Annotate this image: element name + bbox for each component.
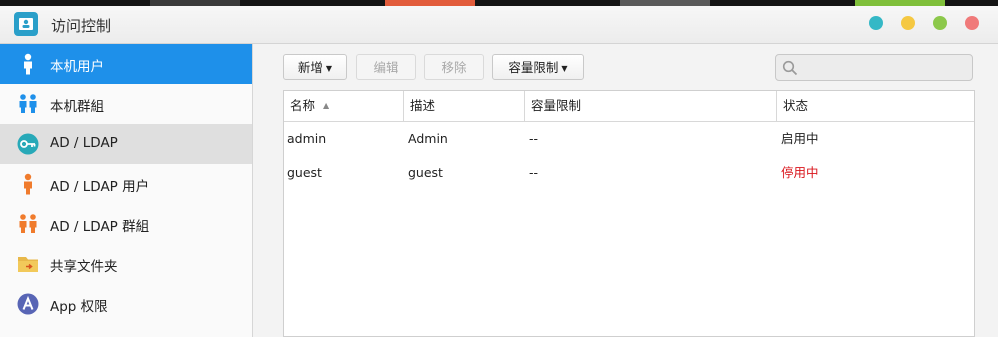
search-icon [782,60,798,76]
ldap-group-icon [16,212,40,236]
cell-description: guest [408,165,443,180]
window-title: 访问控制 [51,17,112,35]
sidebar-item-label: AD / LDAP 用户 [50,179,150,195]
remove-button[interactable]: 移除 [424,54,484,80]
edit-button[interactable]: 编辑 [356,54,416,80]
app-icon [16,292,40,316]
column-header-name[interactable]: 名称 ▲ [284,91,404,121]
search-input[interactable] [804,58,968,79]
help-button[interactable] [869,16,883,30]
column-header-description[interactable]: 描述 [404,91,525,121]
edit-button-label: 编辑 [373,60,399,75]
sidebar-item-label: 本机群組 [50,99,104,115]
cell-quota: -- [529,165,539,180]
status-badge: 停用中 [781,165,819,180]
table-row[interactable]: admin Admin -- 启用中 [284,122,974,156]
sidebar-item-label: 共享文件夹 [50,259,118,275]
sidebar-item-local-users[interactable]: 本机用户 [0,44,252,84]
column-header-status[interactable]: 状态 [777,91,974,121]
caret-down-icon: ▼ [561,64,568,73]
cell-name: guest [287,165,322,180]
quota-button-label: 容量限制 [508,60,559,75]
column-header-label: 名称 [290,98,316,113]
ldap-user-icon [16,172,40,196]
main-panel: 新增 ▼ 编辑 移除 容量限制 ▼ 名称 ▲ 描述 容量限制 状态 admin … [253,44,998,337]
users-table: 名称 ▲ 描述 容量限制 状态 admin Admin -- 启用中 guest … [283,90,975,337]
sort-ascending-icon: ▲ [323,101,330,110]
search-box[interactable] [775,54,973,81]
column-header-label: 状态 [783,98,809,113]
sidebar-item-app-permissions[interactable]: App 权限 [0,284,252,324]
user-icon [16,52,40,76]
sidebar-item-ad-ldap-users[interactable]: AD / LDAP 用户 [0,164,252,204]
group-icon [16,92,40,116]
sidebar-item-local-groups[interactable]: 本机群組 [0,84,252,124]
table-row[interactable]: guest guest -- 停用中 [284,156,974,190]
remove-button-label: 移除 [441,60,467,75]
sidebar-item-label: App 权限 [50,299,108,315]
close-button[interactable] [965,16,979,30]
cell-description: Admin [408,131,448,146]
minimize-button[interactable] [901,16,915,30]
maximize-button[interactable] [933,16,947,30]
sidebar-item-label: AD / LDAP [50,135,118,151]
quota-button[interactable]: 容量限制 ▼ [492,54,584,80]
sidebar-item-label: AD / LDAP 群組 [50,219,150,235]
status-badge: 启用中 [781,131,819,146]
column-header-label: 描述 [410,98,436,113]
column-header-quota[interactable]: 容量限制 [525,91,777,121]
sidebar-item-ad-ldap-groups[interactable]: AD / LDAP 群組 [0,204,252,244]
cell-quota: -- [529,131,539,146]
caret-down-icon: ▼ [325,64,333,73]
add-button[interactable]: 新增 ▼ [283,54,347,80]
cell-name: admin [287,131,327,146]
column-header-label: 容量限制 [531,98,582,113]
key-icon [16,132,40,156]
folder-icon [16,252,40,276]
sidebar-item-ad-ldap[interactable]: AD / LDAP [0,124,252,164]
sidebar: 本机用户 本机群組 AD / LDAP AD / LDAP 用户 AD / LD… [0,44,253,337]
access-control-app-icon [14,12,38,36]
window-titlebar: 访问控制 [0,6,998,44]
sidebar-item-label: 本机用户 [50,59,104,75]
sidebar-item-shared-folders[interactable]: 共享文件夹 [0,244,252,284]
add-button-label: 新增 [297,60,323,75]
table-header: 名称 ▲ 描述 容量限制 状态 [284,91,974,122]
